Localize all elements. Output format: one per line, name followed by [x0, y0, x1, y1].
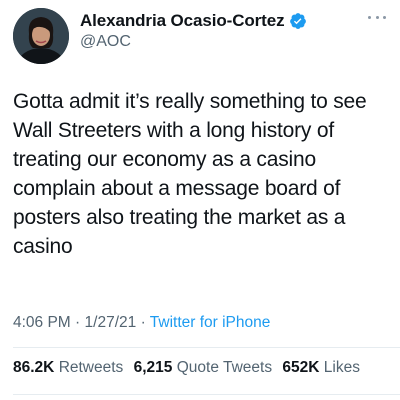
- tweet-meta: 4:06 PM · 1/27/21 · Twitter for iPhone: [13, 314, 270, 332]
- retweets-stat[interactable]: 86.2K Retweets: [13, 359, 123, 376]
- quote-tweets-count: 6,215: [133, 359, 173, 376]
- tweet-stats: 86.2K Retweets 6,215 Quote Tweets 652K L…: [13, 359, 366, 377]
- tweet: Alexandria Ocasio-Cortez @AOC Gotta admi…: [0, 0, 400, 400]
- tweet-date[interactable]: 1/27/21: [85, 314, 137, 331]
- retweets-count: 86.2K: [13, 359, 55, 376]
- author-display-name[interactable]: Alexandria Ocasio-Cortez: [80, 11, 285, 31]
- avatar-image: [13, 8, 69, 64]
- meta-separator: ·: [75, 314, 81, 331]
- more-dot-icon: [383, 15, 386, 19]
- divider: [13, 347, 400, 348]
- tweet-source-link[interactable]: Twitter for iPhone: [150, 314, 271, 331]
- quote-tweets-label: Quote Tweets: [176, 359, 273, 376]
- meta-separator: ·: [140, 314, 146, 331]
- likes-stat[interactable]: 652K Likes: [282, 359, 360, 376]
- avatar[interactable]: [13, 8, 69, 64]
- retweets-label: Retweets: [58, 359, 124, 376]
- divider: [13, 394, 400, 395]
- verified-badge-icon: [289, 12, 307, 30]
- quote-tweets-stat[interactable]: 6,215 Quote Tweets: [134, 359, 272, 376]
- more-dot-icon: [375, 15, 379, 19]
- tweet-time[interactable]: 4:06 PM: [13, 314, 71, 331]
- author-name-row: Alexandria Ocasio-Cortez: [80, 11, 307, 31]
- more-options-icon[interactable]: [368, 12, 386, 22]
- author-handle[interactable]: @AOC: [80, 33, 131, 51]
- likes-count: 652K: [282, 359, 320, 376]
- tweet-text: Gotta admit it’s really something to see…: [13, 90, 367, 258]
- likes-label: Likes: [323, 359, 360, 376]
- more-dot-icon: [368, 15, 371, 19]
